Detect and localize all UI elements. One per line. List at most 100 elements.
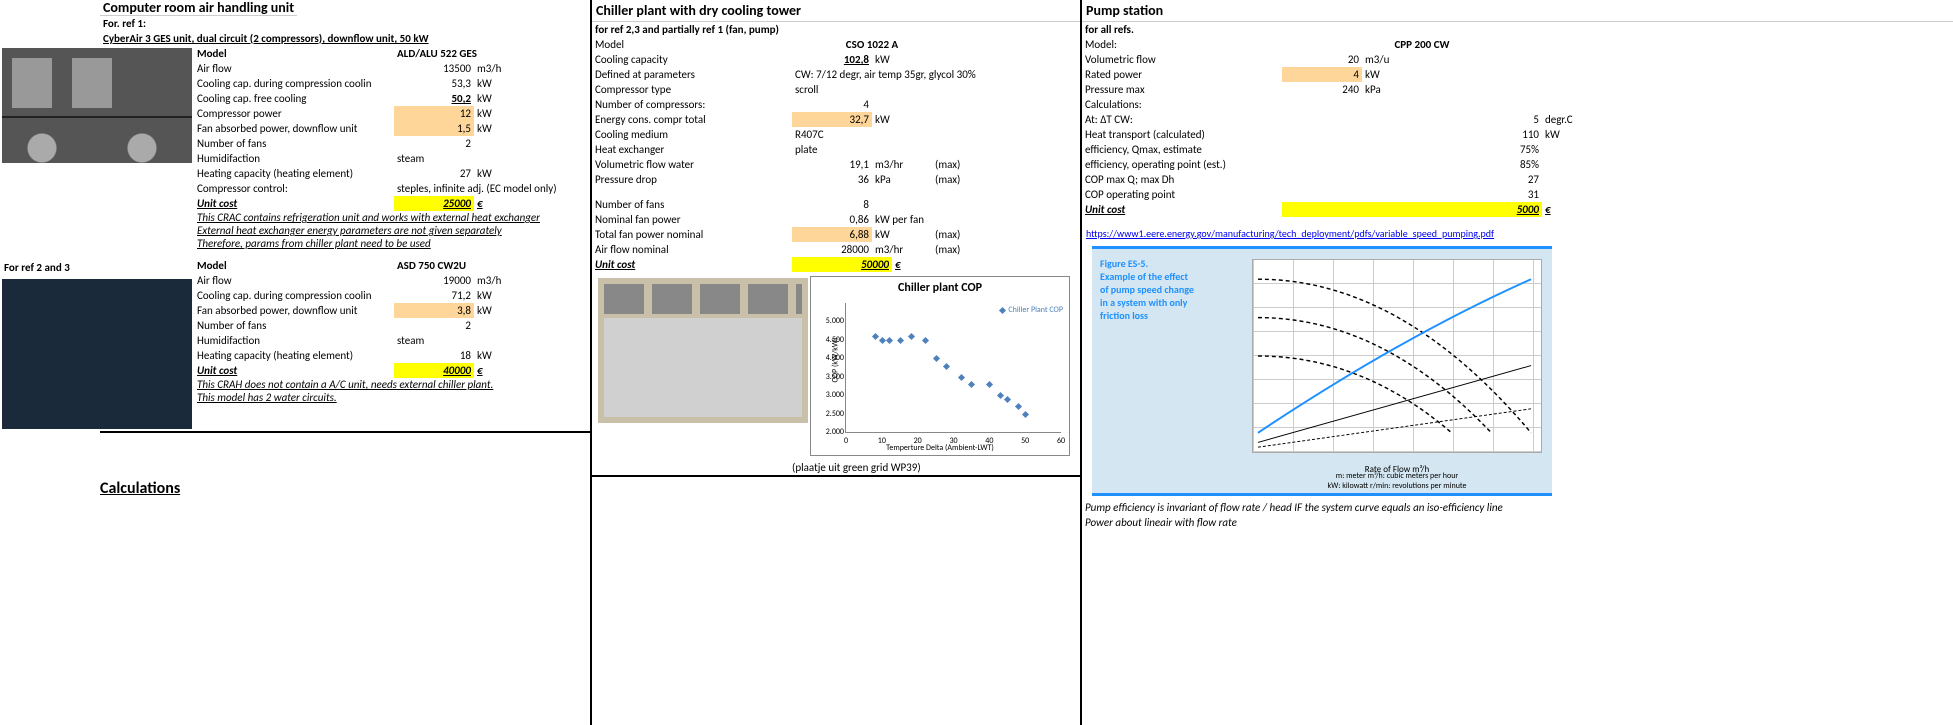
param-value: 2 (394, 318, 474, 333)
data-row: Energy cons. compr total32,7kW (592, 112, 1080, 127)
param-value: 19,1 (792, 157, 872, 172)
param-value: 28000 (792, 242, 872, 257)
data-row: Heating capacity (heating element)27kW (194, 166, 614, 181)
data-row: Air flow13500m3/h (194, 61, 614, 76)
data-row: Air flow nominal28000m3/hr(max) (592, 242, 1080, 257)
param-label: Heating capacity (heating element) (194, 166, 394, 181)
ref23-label: For ref 2 and 3 (0, 258, 74, 277)
chart-point (933, 355, 940, 362)
unitcost-label2: Unit cost (194, 363, 394, 378)
chart-point (922, 337, 929, 344)
chart-point (943, 363, 950, 370)
param-value: 32,7 (792, 112, 872, 127)
param-label: Air flow (194, 273, 394, 288)
param-unit: kW (474, 303, 534, 318)
param-value: 3,8 (394, 303, 474, 318)
unitcost2-cur: € (474, 363, 534, 378)
sec2-unitcost-cur: € (892, 257, 952, 272)
data-row: Nominal fan power0,86kW per fan (592, 212, 1080, 227)
sec3-unitcost-label: Unit cost (1082, 202, 1282, 217)
param-label: Humidifaction (194, 333, 394, 348)
param-label: Volumetric flow water (592, 157, 792, 172)
param-label: Defined at parameters (592, 67, 792, 82)
chart-point (886, 337, 893, 344)
calc-row: At: ΔT CW:5degr.C (1082, 112, 1953, 127)
chart-point (997, 392, 1004, 399)
calc-label: Heat transport (calculated) (1082, 127, 1282, 142)
param-unit: kW (1362, 67, 1422, 82)
param-label: Cooling cap. free cooling (194, 91, 394, 106)
param-unit: kPa (1362, 82, 1422, 97)
sec2-unitcost: 50000 (792, 257, 892, 272)
reference-link[interactable]: https://www1.eere.energy.gov/manufacturi… (1082, 225, 1953, 242)
param-unit: kW (474, 76, 534, 91)
unitcost2-value: 40000 (394, 363, 474, 378)
pump-fig-line: in a system with only (1100, 296, 1220, 309)
data-row: Number of fans8 (592, 197, 1080, 212)
calc-value: 5 (1282, 112, 1542, 127)
chart-point (879, 337, 886, 344)
param-label: Nominal fan power (592, 212, 792, 227)
crah-image (2, 279, 192, 429)
note-line: External heat exchanger energy parameter… (194, 224, 614, 237)
param-value: 71,2 (394, 288, 474, 303)
section-chiller: Chiller plant with dry cooling tower for… (590, 0, 1080, 725)
pump-fig-line: Figure ES-5. (1100, 257, 1220, 270)
param-unit: kW (474, 106, 534, 121)
param-unit: kW (474, 166, 534, 181)
param-label: Fan absorbed power, downflow unit (194, 303, 394, 318)
param-label: Compressor power (194, 106, 394, 121)
unitcost1-cur: € (474, 196, 534, 211)
sec3-model-label: Model: (1082, 37, 1282, 52)
param-label: Energy cons. compr total (592, 112, 792, 127)
param-label: Number of fans (592, 197, 792, 212)
data-row: Cooling cap. during compression coolin71… (194, 288, 614, 303)
chart-plot-area: 2.0002.5003.0003.5004.0004.5005.00001020… (845, 303, 1061, 433)
model-label2: Model (194, 258, 394, 273)
param-value: 0,86 (792, 212, 872, 227)
data-row: Humidifactionsteam (194, 333, 614, 348)
pump-fig-line: of pump speed change (1100, 283, 1220, 296)
param-unit: kW (474, 91, 534, 106)
chart-point (1004, 396, 1011, 403)
chart-point (958, 374, 965, 381)
data-row: Pressure max240kPa (1082, 82, 1953, 97)
param-value: 36 (792, 172, 872, 187)
param-note: (max) (932, 172, 992, 187)
param-label: Compressor control: (194, 181, 394, 196)
data-row: Volumetric flow20m3/u (1082, 52, 1953, 67)
param-value: 50,2 (394, 91, 474, 106)
data-row: Volumetric flow water19,1m3/hr(max) (592, 157, 1080, 172)
data-row: Fan absorbed power, downflow unit1,5kW (194, 121, 614, 136)
sec2-unitcost-label: Unit cost (592, 257, 792, 272)
chart-point (986, 381, 993, 388)
param-label: Volumetric flow (1082, 52, 1282, 67)
param-value: 8 (792, 197, 872, 212)
param-label: Cooling cap. during compression coolin (194, 288, 394, 303)
param-value: CW: 7/12 degr, air temp 35gr, glycol 30% (792, 67, 1012, 82)
pump-chart-axes (1252, 259, 1542, 453)
param-label: Number of fans (194, 136, 394, 151)
param-value: 18 (394, 348, 474, 363)
param-label: Rated power (1082, 67, 1282, 82)
param-unit: kPa (872, 172, 932, 187)
param-unit: kW (872, 52, 932, 67)
chart-caption: (plaatje uit green grid WP39) (592, 460, 924, 475)
sec2-model-label: Model (592, 37, 792, 52)
param-value: 240 (1282, 82, 1362, 97)
param-value: 13500 (394, 61, 474, 76)
param-label: Cooling cap. during compression coolin (194, 76, 394, 91)
param-value: 4 (792, 97, 872, 112)
param-unit: m3/u (1362, 52, 1422, 67)
calc-value: 110 (1282, 127, 1542, 142)
ref1-desc: CyberAir 3 GES unit, dual circuit (2 com… (100, 31, 432, 46)
note-line: This model has 2 water circuits. (194, 391, 614, 404)
chart-point (872, 333, 879, 340)
data-row: Compressor control:steples, infinite adj… (194, 181, 614, 196)
param-value: steam (394, 333, 614, 348)
param-label: Pressure drop (592, 172, 792, 187)
param-label: Humidifaction (194, 151, 394, 166)
calc-unit: kW (1542, 127, 1602, 142)
param-unit: m3/h (474, 273, 534, 288)
note-line: This CRAH does not contain a A/C unit, n… (194, 378, 614, 391)
